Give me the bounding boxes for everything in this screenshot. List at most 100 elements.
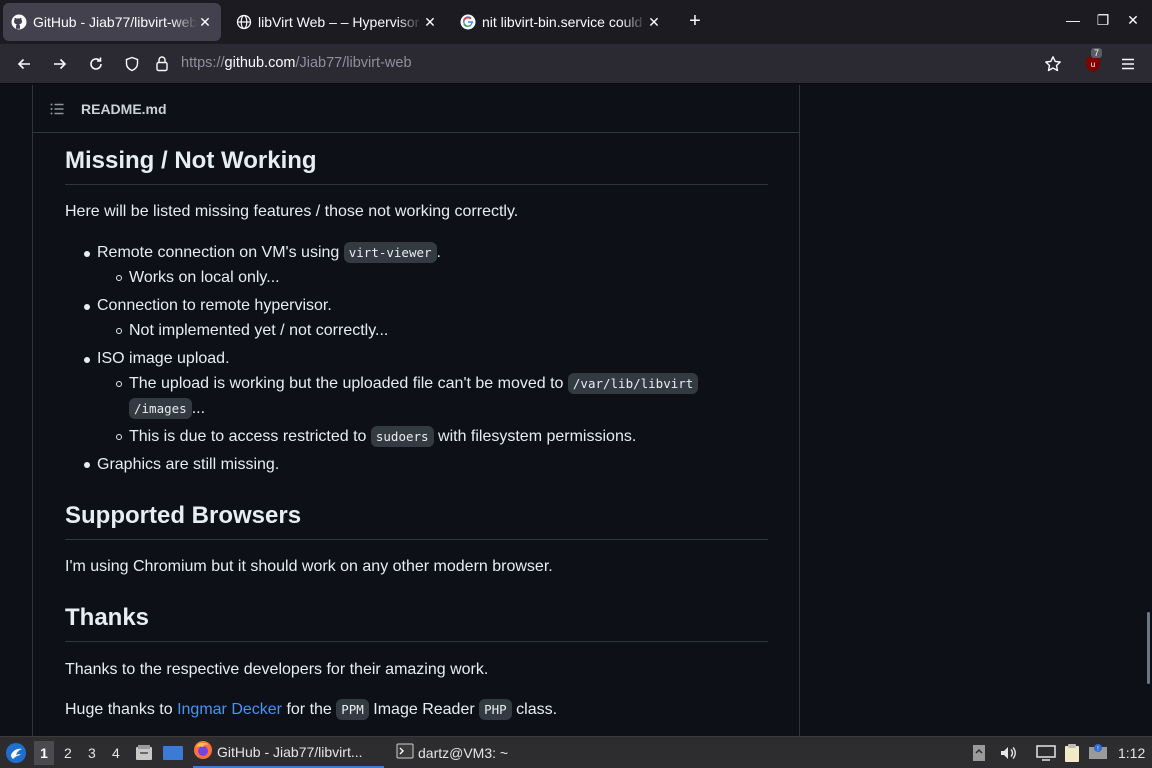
close-icon[interactable]: ✕	[422, 14, 438, 31]
heading-thanks-section: Thanks	[65, 603, 768, 642]
bullet-marker	[116, 434, 122, 440]
show-desktop-icon[interactable]	[162, 743, 184, 766]
tab-title: nit libvirt-bin.service could	[482, 14, 643, 30]
terminal-icon	[396, 742, 414, 763]
inline-code: PHP	[479, 699, 512, 720]
list-item: Graphics are still missing.	[97, 456, 280, 473]
url-bar[interactable]: https://github.com/Jiab77/libvirt-web	[118, 49, 1074, 79]
list-item: ISO image upload.	[97, 350, 230, 367]
paragraph-text: Image Reader	[368, 701, 480, 718]
list-item-text: The upload is working but the uploaded f…	[129, 375, 568, 392]
list-item-text: .	[436, 244, 441, 261]
new-tab-button[interactable]: +	[684, 10, 706, 32]
lock-icon[interactable]	[154, 55, 170, 77]
forward-icon[interactable]	[48, 52, 72, 76]
thanks-text: Thanks to the respective developers for …	[65, 661, 489, 678]
tab-bar: GitHub - Jiab77/libvirt-web ✕ libVirt We…	[0, 0, 1152, 44]
clock[interactable]: 1:12	[1118, 745, 1145, 761]
ingmar-decker-link[interactable]: Ingmar Decker	[177, 701, 282, 718]
heading-missing-section: Missing / Not Working	[65, 146, 768, 185]
reload-icon[interactable]	[84, 52, 108, 76]
restore-icon[interactable]: ❐	[1093, 12, 1113, 29]
page-content: README.md Missing / Not Working Here wil…	[0, 85, 1152, 736]
ublock-extension-icon[interactable]: u 7	[1081, 48, 1105, 76]
display-icon[interactable]	[1036, 743, 1056, 763]
globe-icon	[236, 14, 252, 30]
section-heading: Missing / Not Working	[65, 146, 768, 185]
list-item: Not implemented yet / not correctly...	[129, 322, 389, 339]
bookmark-star-icon[interactable]	[1044, 55, 1062, 78]
list-item: Works on local only...	[129, 269, 280, 286]
list-item-text: Remote connection on VM's using	[97, 244, 344, 261]
list-item: The upload is working but the uploaded f…	[129, 372, 699, 396]
minimize-icon[interactable]: —	[1063, 12, 1083, 28]
workspace-3[interactable]: 3	[88, 745, 96, 761]
list-item-text: ...	[191, 400, 206, 417]
paragraph-text: Huge thanks to	[65, 701, 178, 718]
inline-code: PPM	[336, 699, 369, 720]
inline-code: virt-viewer	[343, 242, 437, 263]
window-close-icon[interactable]: ✕	[1123, 12, 1143, 29]
tab-libvirt-web[interactable]: libVirt Web – – Hypervisor ✕	[228, 3, 446, 41]
readme-header: README.md	[32, 85, 800, 133]
tab-github[interactable]: GitHub - Jiab77/libvirt-web ✕	[3, 3, 221, 41]
bullet-marker	[84, 357, 90, 363]
hamburger-menu-icon[interactable]	[1116, 52, 1140, 76]
taskbar: 1 2 3 4 GitHub - Jiab77/libvirt... dartz…	[0, 736, 1152, 768]
svg-text:u: u	[1091, 60, 1095, 69]
volume-icon[interactable]	[999, 743, 1017, 763]
url-text[interactable]: https://github.com/Jiab77/libvirt-web	[181, 55, 412, 71]
heading-browsers-section: Supported Browsers	[65, 501, 768, 540]
workspace-4[interactable]: 4	[112, 745, 120, 761]
bullet-marker	[116, 328, 122, 334]
notification-icon[interactable]: !	[1088, 743, 1108, 763]
task-title: GitHub - Jiab77/libvirt...	[217, 743, 363, 760]
bullet-marker	[84, 462, 90, 468]
navigation-toolbar: https://github.com/Jiab77/libvirt-web u …	[0, 44, 1152, 84]
url-path: /Jiab77/libvirt-web	[295, 55, 412, 71]
inline-code: /images	[129, 398, 192, 419]
list-item: This is due to access restricted to sudo…	[129, 425, 636, 449]
list-item-text: This is due to access restricted to	[129, 428, 371, 445]
firefox-icon	[193, 740, 213, 763]
workspace-2[interactable]: 2	[64, 745, 72, 761]
browsers-text: I'm using Chromium but it should work on…	[65, 558, 553, 575]
tab-google-search[interactable]: nit libvirt-bin.service could ✕	[452, 3, 670, 41]
tab-title: GitHub - Jiab77/libvirt-web	[33, 14, 197, 30]
paragraph-text: class.	[511, 701, 558, 718]
taskbar-firefox-window[interactable]: GitHub - Jiab77/libvirt...	[193, 737, 384, 768]
github-icon	[11, 14, 27, 30]
url-host: github.com	[224, 55, 296, 71]
bullet-marker	[116, 381, 122, 387]
list-item-text: with filesystem permissions.	[433, 428, 637, 445]
shield-icon[interactable]	[124, 56, 140, 77]
missing-intro: Here will be listed missing features / t…	[65, 203, 519, 220]
task-title: dartz@VM3: ~	[418, 744, 509, 761]
section-heading: Thanks	[65, 603, 768, 642]
taskbar-terminal-window[interactable]: dartz@VM3: ~	[396, 737, 508, 768]
close-icon[interactable]: ✕	[197, 14, 213, 31]
scrollbar-thumb[interactable]	[1147, 612, 1150, 684]
file-manager-icon[interactable]	[134, 743, 154, 766]
inline-code: sudoers	[370, 426, 434, 447]
paragraph-text: for the	[282, 701, 337, 718]
inline-code: /var/lib/libvirt	[567, 373, 699, 394]
close-icon[interactable]: ✕	[646, 14, 662, 31]
workspace-1[interactable]: 1	[34, 741, 54, 765]
google-icon	[460, 14, 476, 30]
bullet-marker	[116, 275, 122, 281]
list-item: Remote connection on VM's using virt-vie…	[97, 241, 441, 265]
start-menu-icon[interactable]	[5, 742, 27, 767]
bullet-marker	[84, 304, 90, 310]
clipboard-icon[interactable]	[1063, 743, 1081, 763]
list-item: Connection to remote hypervisor.	[97, 297, 332, 314]
list-item-continuation: /images...	[129, 397, 205, 421]
url-scheme: https://	[181, 55, 225, 71]
back-icon[interactable]	[12, 52, 36, 76]
thanks-credits: Huge thanks to Ingmar Decker for the PPM…	[65, 698, 768, 722]
readme-filename[interactable]: README.md	[81, 101, 167, 117]
section-heading: Supported Browsers	[65, 501, 768, 540]
extension-badge: 7	[1091, 48, 1103, 58]
network-icon[interactable]	[972, 743, 986, 763]
list-outline-icon[interactable]	[49, 101, 65, 122]
